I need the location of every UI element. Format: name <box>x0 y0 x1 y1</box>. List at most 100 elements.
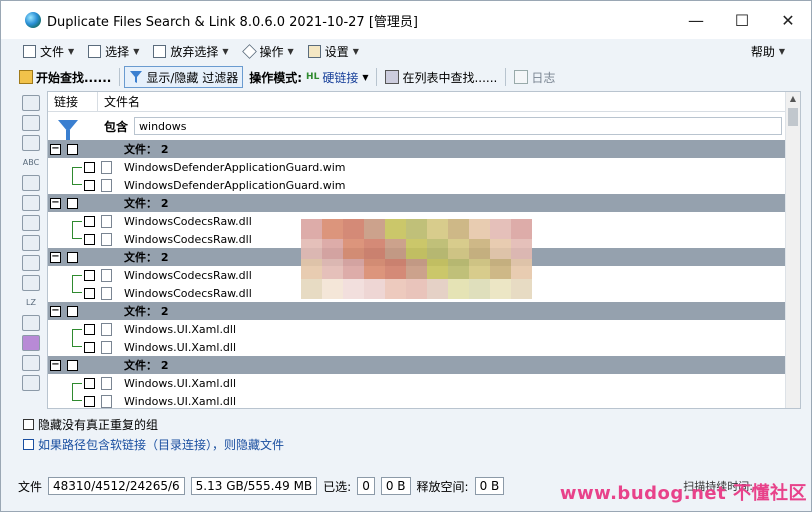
file-checkbox[interactable] <box>84 179 95 191</box>
column-filename[interactable]: 文件名 <box>98 92 140 112</box>
maximize-button[interactable]: ☐ <box>719 1 765 39</box>
file-checkbox[interactable] <box>84 233 95 245</box>
menu-actions-label: 操作 <box>259 44 284 59</box>
funnel-icon <box>58 120 78 140</box>
compare-icon[interactable] <box>22 175 40 191</box>
file-row[interactable]: WindowsDefenderApplicationGuard.wim <box>48 176 786 194</box>
menu-select[interactable]: 选择 ▼ <box>80 40 145 62</box>
collapse-toggle[interactable]: − <box>50 197 61 209</box>
collapse-toggle[interactable]: − <box>50 359 61 371</box>
file-name: Windows.UI.Xaml.dll <box>124 322 237 336</box>
menu-actions[interactable]: 操作 ▼ <box>235 40 300 62</box>
start-search-button[interactable]: 开始查找...... <box>15 66 115 88</box>
mosaic-tile <box>427 239 448 259</box>
file-icon <box>101 232 112 246</box>
mosaic-tile <box>427 279 448 299</box>
mosaic-tile <box>343 219 364 239</box>
menu-help[interactable]: 帮助 ▼ <box>743 40 791 62</box>
file-row[interactable]: Windows.UI.Xaml.dll <box>48 320 786 339</box>
mosaic-tile <box>301 219 322 239</box>
copy-group-icon[interactable] <box>22 115 40 131</box>
file-checkbox[interactable] <box>84 395 95 407</box>
file-row[interactable]: Windows.UI.Xaml.dll <box>48 338 786 356</box>
file-icon <box>101 394 112 408</box>
group-row[interactable]: − 文件： 2 <box>48 356 786 374</box>
file-checkbox[interactable] <box>84 215 95 227</box>
link-bracket <box>72 230 82 239</box>
filter-input[interactable] <box>134 117 783 135</box>
file-checkbox[interactable] <box>84 287 95 299</box>
filter-column-icon[interactable] <box>22 335 40 351</box>
file-checkbox[interactable] <box>84 341 95 353</box>
hide-non-duplicate-option[interactable]: 隐藏没有真正重复的组 <box>23 414 523 434</box>
collapse-toggle[interactable]: − <box>50 251 61 263</box>
group-row[interactable]: − 文件： 2 <box>48 302 786 320</box>
uncheck-icon <box>153 44 167 58</box>
column-link[interactable]: 链接 <box>48 92 98 112</box>
menu-file-label: 文件 <box>40 44 65 59</box>
app-globe-icon <box>25 12 41 28</box>
hide-symlink-option[interactable]: 如果路径包含软链接（目录连接），则隐藏文件 <box>23 434 523 454</box>
file-checkbox[interactable] <box>84 323 95 335</box>
group-checkbox[interactable] <box>67 197 78 209</box>
collapse-toggle[interactable]: − <box>50 305 61 317</box>
toolbar-divider <box>505 68 507 86</box>
mosaic-tile <box>406 219 427 239</box>
menu-file[interactable]: 文件 ▼ <box>15 40 80 62</box>
copy-icon[interactable] <box>22 135 40 151</box>
collapse-toggle[interactable]: − <box>50 143 61 155</box>
eye-icon[interactable] <box>22 95 40 111</box>
mode-select[interactable]: HL 硬链接 ▼ <box>302 66 372 88</box>
file-checkbox[interactable] <box>84 161 95 173</box>
tree-icon[interactable] <box>22 195 40 211</box>
group-row[interactable]: − 文件： 2 <box>48 194 786 212</box>
group-checkbox[interactable] <box>67 359 78 371</box>
group-label: 文件： 2 <box>124 305 169 318</box>
group-checkbox[interactable] <box>67 143 78 155</box>
recycle-icon[interactable] <box>22 255 40 271</box>
close-button[interactable]: ✕ <box>765 1 811 39</box>
abc-icon[interactable]: ABC <box>22 155 40 171</box>
move-icon[interactable] <box>22 275 40 291</box>
file-row[interactable]: Windows.UI.Xaml.dll <box>48 374 786 393</box>
group-checkbox[interactable] <box>67 251 78 263</box>
hide-groups-label: 隐藏没有真正重复的组 <box>38 417 159 432</box>
mode-label: 操作模式: <box>249 70 303 85</box>
find-in-list-label: 在列表中查找...... <box>402 70 498 85</box>
menu-settings[interactable]: 设置 ▼ <box>300 40 365 62</box>
vertical-scrollbar[interactable]: ▲ <box>785 92 800 408</box>
scroll-thumb[interactable] <box>788 108 798 126</box>
delete-icon[interactable] <box>22 235 40 251</box>
minimize-button[interactable]: — <box>673 1 719 39</box>
group-checkbox[interactable] <box>67 305 78 317</box>
find-in-list-button[interactable]: 在列表中查找...... <box>381 66 501 88</box>
group-row[interactable]: − 文件： 2 <box>48 140 786 158</box>
file-checkbox[interactable] <box>84 269 95 281</box>
chevron-down-icon: ▼ <box>352 46 359 56</box>
binoculars-icon <box>385 70 400 84</box>
file-row[interactable]: WindowsDefenderApplicationGuard.wim <box>48 158 786 177</box>
menu-help-label: 帮助 <box>750 44 775 59</box>
mosaic-tile <box>469 259 490 279</box>
hide-groups-checkbox[interactable] <box>23 418 34 430</box>
log-button[interactable]: 日志 <box>510 66 559 88</box>
scroll-up-arrow[interactable]: ▲ <box>786 92 800 106</box>
toggle-filter-button[interactable]: 显示/隐藏 过滤器 <box>124 66 244 88</box>
scissors-icon[interactable] <box>22 215 40 231</box>
mosaic-tile <box>385 259 406 279</box>
file-name: WindowsCodecsRaw.dll <box>124 268 252 282</box>
column-right-icon[interactable] <box>22 375 40 391</box>
file-checkbox[interactable] <box>84 377 95 389</box>
column-left-icon[interactable] <box>22 355 40 371</box>
menu-deselect[interactable]: 放弃选择 ▼ <box>145 40 234 62</box>
hide-symlinks-checkbox[interactable] <box>23 438 34 450</box>
files-label: 文件 <box>18 479 43 494</box>
mosaic-tile <box>448 279 469 299</box>
lz-icon[interactable]: LZ <box>22 295 40 311</box>
column-icon[interactable] <box>22 315 40 331</box>
file-row[interactable]: Windows.UI.Xaml.dll <box>48 392 786 408</box>
options-panel: 隐藏没有真正重复的组 如果路径包含软链接（目录连接），则隐藏文件 <box>23 414 523 454</box>
file-name: WindowsDefenderApplicationGuard.wim <box>124 160 346 174</box>
site-watermark: www.budog.net 不懂社区 <box>559 483 807 504</box>
mosaic-tile <box>364 279 385 299</box>
